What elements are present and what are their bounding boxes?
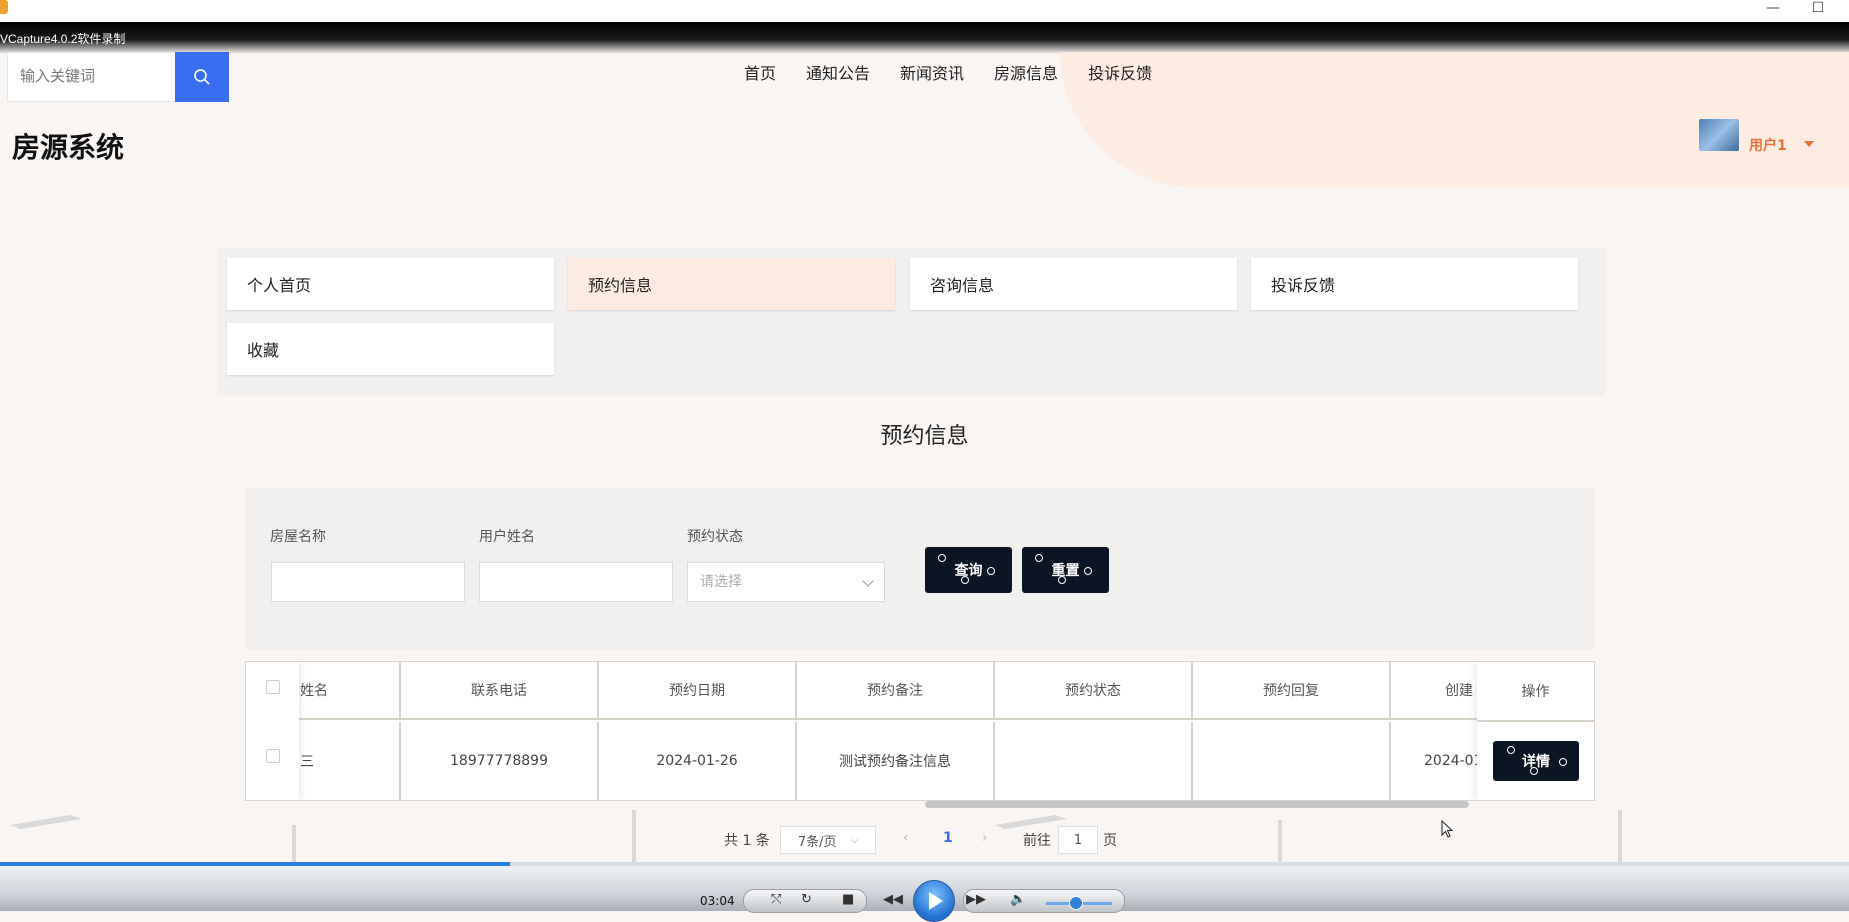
search-icon (194, 69, 210, 85)
select-all-checkbox[interactable] (266, 680, 280, 694)
status-label: 预约状态 (687, 529, 743, 545)
user-name-input[interactable] (479, 562, 673, 602)
cell-note: 测试预约备注信息 (797, 722, 995, 800)
row-checkbox[interactable] (266, 749, 280, 763)
query-button[interactable]: 查询 (925, 547, 1012, 593)
rewind-icon[interactable]: ◀◀ (883, 892, 903, 907)
reset-button[interactable]: 重置 (1022, 547, 1109, 593)
volume-knob[interactable] (1069, 896, 1083, 910)
avatar[interactable] (1699, 119, 1739, 151)
click-ring-icon (1084, 567, 1092, 575)
cell-phone: 18977778899 (401, 722, 599, 800)
pagination-total: 共 1 条 (724, 833, 770, 849)
reservation-table: 姓名 联系电话 预约日期 预约备注 预约状态 预约回复 创建 三 1897777… (245, 661, 1595, 801)
window-titlebar (0, 0, 1849, 22)
recorder-label: VCapture4.0.2软件录制 (0, 32, 126, 46)
current-page[interactable]: 1 (943, 830, 953, 846)
click-ring-icon (1559, 758, 1567, 766)
minimize-icon[interactable]: — (1753, 0, 1793, 20)
status-select-placeholder: 请选择 (700, 574, 742, 590)
status-select[interactable]: 请选择 (687, 562, 885, 602)
playback-time: 03:04 (700, 894, 735, 908)
page-size-select[interactable]: 7条/页 ⌵ (780, 826, 876, 854)
volume-icon[interactable]: 🔈 (1010, 892, 1026, 907)
site-title: 房源系统 (12, 131, 125, 164)
stop-icon[interactable]: ■ (842, 892, 854, 907)
page-size-label: 7条/页 (797, 834, 837, 850)
header-note: 预约备注 (797, 662, 995, 720)
reset-button-label: 重置 (1051, 563, 1080, 579)
checkbox-column (246, 662, 299, 800)
query-button-label: 查询 (954, 563, 983, 579)
goto-page-value: 1 (1073, 832, 1083, 848)
cell-status (995, 722, 1193, 800)
click-ring-icon (1530, 767, 1538, 775)
search-input[interactable] (8, 53, 192, 99)
nav-home[interactable]: 首页 (744, 60, 776, 84)
nav-listings[interactable]: 房源信息 (994, 60, 1058, 84)
caret-down-icon[interactable] (1804, 141, 1814, 147)
recorder-bar (0, 22, 1849, 54)
goto-page-input[interactable]: 1 (1058, 826, 1098, 854)
nav-news[interactable]: 新闻资讯 (900, 60, 964, 84)
chevron-down-icon: ⌵ (850, 834, 859, 846)
user-name-label: 用户姓名 (479, 529, 535, 545)
search-button[interactable] (175, 52, 229, 102)
menu-item-inquiries[interactable]: 咨询信息 (910, 258, 1237, 310)
header-status: 预约状态 (995, 662, 1193, 720)
user-name[interactable]: 用户1 (1749, 135, 1787, 155)
prev-page-icon[interactable]: ‹ (903, 830, 909, 846)
player-controls-right (963, 889, 1125, 913)
chevron-down-icon (862, 575, 874, 587)
menu-item-complaints[interactable]: 投诉反馈 (1251, 258, 1578, 310)
action-column: 操作 详情 (1477, 662, 1594, 800)
click-ring-icon (1507, 746, 1515, 754)
table-horizontal-scrollbar[interactable] (925, 801, 1469, 808)
click-ring-icon (1035, 554, 1043, 562)
app-icon (0, 0, 8, 14)
top-nav: 首页 通知公告 新闻资讯 房源信息 投诉反馈 (744, 60, 1182, 84)
play-icon (929, 892, 943, 910)
menu-item-profile[interactable]: 个人首页 (227, 258, 554, 310)
house-name-label: 房屋名称 (270, 529, 326, 545)
cell-date: 2024-01-26 (599, 722, 797, 800)
cell-reply (1193, 722, 1391, 800)
header-reply: 预约回复 (1193, 662, 1391, 720)
click-ring-icon (938, 554, 946, 562)
header-action: 操作 (1477, 662, 1594, 722)
nav-notices[interactable]: 通知公告 (806, 60, 870, 84)
menu-item-favorites[interactable]: 收藏 (227, 323, 554, 375)
fast-forward-icon[interactable]: ▶▶ (966, 892, 986, 907)
mouse-cursor-icon (1441, 820, 1454, 838)
next-page-icon[interactable]: › (982, 830, 988, 846)
nav-complaints[interactable]: 投诉反馈 (1088, 60, 1152, 84)
click-ring-icon (1058, 576, 1066, 584)
header-date: 预约日期 (599, 662, 797, 720)
search-box (7, 52, 229, 102)
repeat-icon[interactable]: ↻ (801, 892, 812, 907)
page-suffix: 页 (1103, 833, 1117, 849)
shuffle-icon[interactable]: ⤲ (771, 892, 781, 907)
scenery-decoration (10, 810, 1622, 865)
header-phone: 联系电话 (401, 662, 599, 720)
maximize-icon[interactable]: ☐ (1798, 0, 1838, 20)
click-ring-icon (961, 576, 969, 584)
goto-label: 前往 (1023, 833, 1051, 849)
click-ring-icon (987, 567, 995, 575)
menu-item-reservations[interactable]: 预约信息 (568, 258, 895, 310)
section-title: 预约信息 (880, 424, 969, 449)
house-name-input[interactable] (271, 562, 465, 602)
